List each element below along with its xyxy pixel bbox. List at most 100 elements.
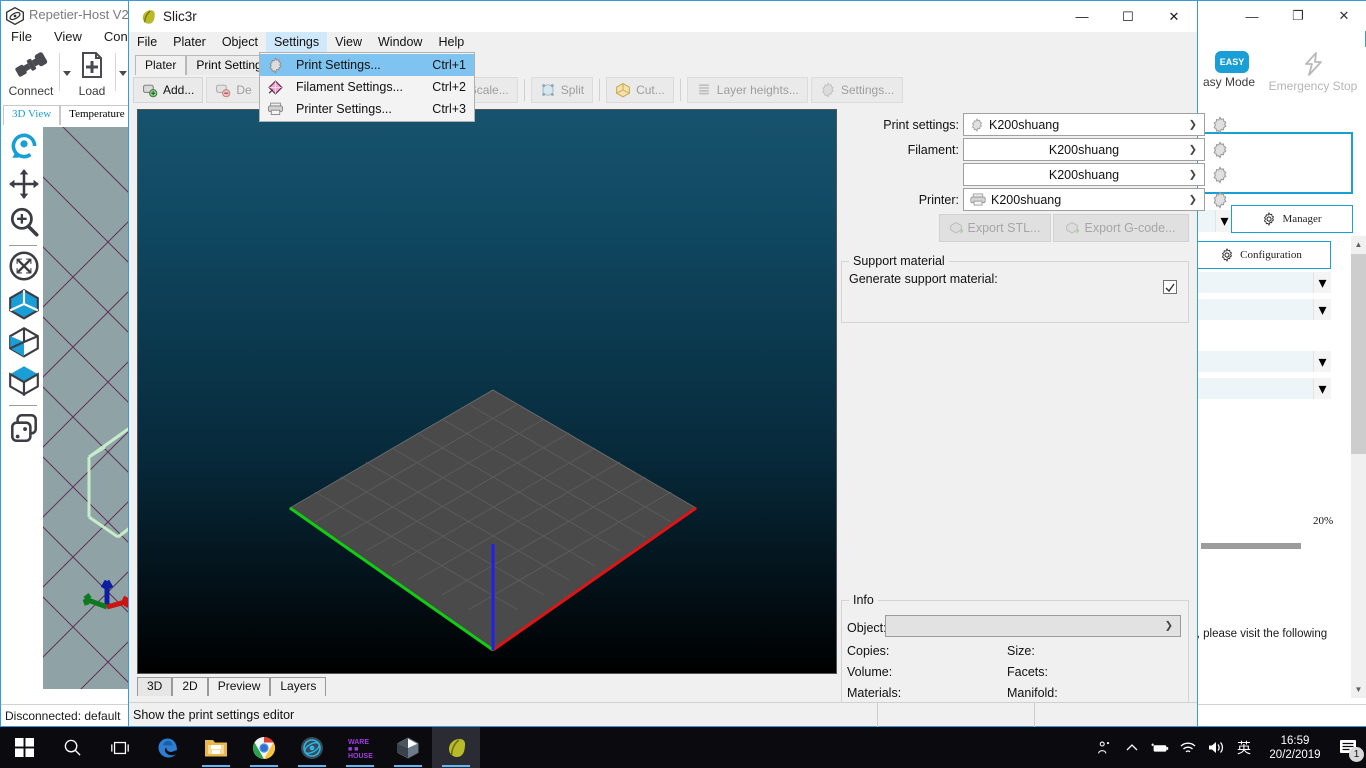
- action-center-button[interactable]: 1: [1332, 727, 1366, 768]
- scrollbar-thumb[interactable]: [1351, 254, 1366, 454]
- menu-window[interactable]: Window: [370, 32, 430, 52]
- warehouse-button[interactable]: WARE ■ ■ HOUSE: [336, 727, 384, 768]
- repetier-combo-4[interactable]: ▾: [1197, 378, 1331, 399]
- menu-plater[interactable]: Plater: [165, 32, 214, 52]
- tab-plater[interactable]: Plater: [135, 55, 187, 75]
- slic3r-logo-icon: [142, 10, 155, 24]
- export-stl-button[interactable]: Export STL...: [939, 214, 1051, 242]
- toolbar-object-settings-button[interactable]: Settings...: [810, 77, 904, 103]
- scroll-down-icon[interactable]: ▼: [1351, 681, 1366, 698]
- repetier-emergency-stop-button[interactable]: Emergency Stop: [1259, 51, 1366, 93]
- repetier-taskbar-button[interactable]: [288, 727, 336, 768]
- repetier-combo-3[interactable]: ▾: [1197, 351, 1331, 372]
- view-tab-2d[interactable]: 2D: [172, 677, 208, 696]
- repetier-tab-3d-view[interactable]: 3D View: [3, 105, 61, 125]
- volume-icon[interactable]: [1202, 727, 1230, 768]
- multi-object-icon[interactable]: [7, 411, 41, 445]
- info-object-select[interactable]: ❯: [885, 615, 1181, 637]
- slic3r-minimize-button[interactable]: —: [1059, 1, 1105, 32]
- menu-view[interactable]: View: [327, 32, 370, 52]
- info-volume-label: Volume:: [847, 665, 893, 679]
- load-dropdown-caret-icon[interactable]: [119, 71, 127, 76]
- filament-select-1[interactable]: K200shuang ❯: [963, 138, 1205, 161]
- repetier-menu-file[interactable]: File: [11, 29, 32, 44]
- fit-to-screen-icon[interactable]: [7, 249, 41, 283]
- clock-time: 16:59: [1280, 734, 1310, 747]
- slic3r-taskbar-button[interactable]: [432, 727, 480, 768]
- search-button[interactable]: [48, 727, 96, 768]
- toolbar-separator-5: [679, 79, 681, 101]
- printer-select[interactable]: K200shuang ❯: [963, 188, 1205, 211]
- menu-help[interactable]: Help: [430, 32, 472, 52]
- move-view-icon[interactable]: [7, 167, 41, 201]
- repetier-load-button[interactable]: Load: [69, 51, 115, 98]
- repetier-view-sidebar: [1, 125, 47, 705]
- repetier-configuration-button[interactable]: Configuration: [1197, 241, 1331, 269]
- menu-object[interactable]: Object: [214, 32, 266, 52]
- repetier-restore-button[interactable]: ❐: [1275, 1, 1321, 31]
- repetier-tab-temperature[interactable]: Temperature: [60, 105, 134, 125]
- task-view-button[interactable]: [96, 727, 144, 768]
- toolbar-cut-button[interactable]: Cut...: [606, 77, 674, 103]
- slic3r-maximize-button[interactable]: ☐: [1105, 1, 1151, 32]
- people-icon[interactable]: [1090, 727, 1118, 768]
- edit-print-settings-button[interactable]: [1211, 116, 1229, 134]
- toolbar-delete-button[interactable]: De: [206, 77, 261, 103]
- print-settings-select[interactable]: K200shuang ❯: [963, 113, 1205, 136]
- menu-item-printer-settings[interactable]: Printer Settings... Ctrl+3: [260, 98, 474, 120]
- show-hidden-icons-button[interactable]: [1118, 727, 1146, 768]
- view-edges-icon[interactable]: [7, 325, 41, 359]
- repetier-load-label: Load: [78, 84, 106, 98]
- view-tab-layers[interactable]: Layers: [270, 677, 327, 696]
- clock[interactable]: 16:59 20/2/2019: [1258, 727, 1332, 768]
- menu-item-print-settings[interactable]: Print Settings... Ctrl+1: [260, 54, 474, 76]
- edge-browser-button[interactable]: [144, 727, 192, 768]
- wifi-icon[interactable]: [1174, 727, 1202, 768]
- edit-filament-settings-button-1[interactable]: [1211, 141, 1229, 159]
- toolbar-layer-heights-button[interactable]: Layer heights...: [686, 77, 808, 103]
- repetier-minimize-button[interactable]: —: [1229, 1, 1275, 31]
- edit-filament-settings-button-2[interactable]: [1211, 166, 1229, 184]
- slic3r-3d-viewport[interactable]: [137, 109, 837, 674]
- view-solid-icon[interactable]: [7, 287, 41, 321]
- export-gcode-button[interactable]: Export G-code...: [1053, 214, 1189, 242]
- slic3r-main-tabs: Plater Print Settings: [135, 55, 278, 75]
- edit-printer-settings-button[interactable]: [1211, 191, 1229, 209]
- toolbar-split-button[interactable]: Split: [530, 77, 594, 103]
- repetier-easy-mode-button[interactable]: EASY asy Mode: [1197, 51, 1267, 89]
- rotate-view-icon[interactable]: [7, 129, 41, 163]
- slic3r-close-button[interactable]: ✕: [1151, 1, 1197, 32]
- filament-select-2[interactable]: K200shuang ❯: [963, 163, 1205, 186]
- repetier-combo-1[interactable]: ▾: [1197, 272, 1331, 293]
- repetier-configuration-label: Configuration: [1240, 249, 1302, 261]
- zoom-view-icon[interactable]: [7, 205, 41, 239]
- repetier-panel-scrollbar[interactable]: ▲ ▼: [1351, 236, 1366, 698]
- repetier-combo-2[interactable]: ▾: [1197, 299, 1331, 320]
- view-tab-3d[interactable]: 3D: [137, 677, 173, 696]
- repetier-3d-viewport[interactable]: [43, 127, 131, 689]
- view-transparent-icon[interactable]: [7, 363, 41, 397]
- scroll-up-icon[interactable]: ▲: [1351, 236, 1366, 253]
- repetier-port-combo[interactable]: ▾: [1197, 210, 1233, 232]
- start-button[interactable]: [0, 727, 48, 768]
- menu-settings[interactable]: Settings: [265, 32, 328, 52]
- repetier-menu-view[interactable]: View: [54, 29, 82, 44]
- toolbar-add-button[interactable]: Add...: [133, 77, 204, 103]
- menu-file[interactable]: File: [129, 32, 165, 52]
- ime-language-icon[interactable]: 英: [1230, 727, 1258, 768]
- file-explorer-button[interactable]: [192, 727, 240, 768]
- repetier-connect-button[interactable]: Connect: [3, 51, 59, 98]
- repetier-manager-button[interactable]: Manager: [1231, 205, 1353, 233]
- generate-support-checkbox[interactable]: [1163, 280, 1177, 294]
- repetier-progress-bar: [1201, 543, 1301, 549]
- repetier-close-button[interactable]: ✕: [1321, 1, 1366, 31]
- view-tab-preview[interactable]: Preview: [207, 677, 271, 696]
- 3d-builder-button[interactable]: [384, 727, 432, 768]
- chevron-up-icon: [1126, 743, 1138, 750]
- battery-icon[interactable]: [1146, 727, 1174, 768]
- slic3r-title: Slic3r: [163, 9, 197, 24]
- info-materials-label: Materials:: [847, 686, 902, 700]
- info-size-label: Size:: [1007, 644, 1035, 658]
- chrome-browser-button[interactable]: [240, 727, 288, 768]
- menu-item-filament-settings[interactable]: Filament Settings... Ctrl+2: [260, 76, 474, 98]
